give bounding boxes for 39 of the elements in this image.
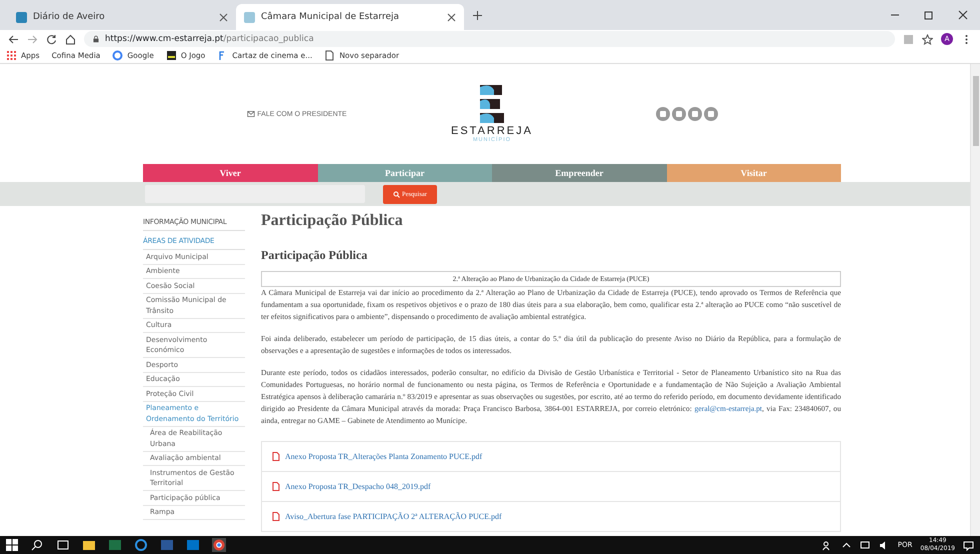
- file-link[interactable]: Aviso_Abertura fase PARTICIPAÇÃO 2ª ALTERAÇÃO PUCE.pdf: [262, 502, 840, 532]
- close-icon[interactable]: [219, 12, 228, 22]
- spreadsheet-app-icon[interactable]: [108, 538, 122, 552]
- search-icon[interactable]: [30, 538, 44, 552]
- lock-icon: [92, 35, 100, 43]
- reload-icon[interactable]: [46, 34, 57, 44]
- back-arrow-icon[interactable]: [8, 34, 19, 44]
- folder-icon[interactable]: [82, 538, 96, 552]
- windows-logo-icon[interactable]: [6, 539, 18, 551]
- mail-app-icon[interactable]: [186, 538, 200, 552]
- browser-tab[interactable]: Câmara Municipal de Estarreja: [236, 4, 464, 30]
- logo-title: ESTARREJA: [451, 125, 533, 137]
- nav-tab[interactable]: Viver: [143, 164, 318, 182]
- bookmark-favicon-icon: [166, 50, 177, 61]
- mail-icon: [247, 110, 256, 118]
- apps-grid-icon: [6, 50, 17, 61]
- page-icon: [324, 50, 336, 61]
- page-title: Participação Pública: [261, 212, 404, 230]
- favicon-icon: [244, 12, 255, 22]
- file-link[interactable]: Anexo Proposta TR_Alterações Planta Zonamento PUCE.pdf: [262, 442, 840, 472]
- nav-tab[interactable]: Empreender: [492, 164, 666, 182]
- plus-icon[interactable]: [472, 10, 483, 20]
- notification-icon[interactable]: [963, 540, 974, 550]
- task-view-icon[interactable]: [56, 538, 70, 552]
- section-title: Participação Pública: [261, 248, 368, 263]
- favicon-icon: [16, 12, 27, 22]
- home-icon[interactable]: [65, 34, 76, 44]
- pdf-file-icon: [272, 452, 280, 461]
- close-icon[interactable]: [447, 12, 456, 22]
- file-link[interactable]: Anexo Proposta TR_Despacho 048_2019.pdf: [262, 472, 840, 502]
- scrollbar[interactable]: [970, 64, 980, 536]
- chrome-icon[interactable]: [212, 538, 226, 552]
- pdf-file-icon: [272, 482, 280, 491]
- document-app-icon[interactable]: [160, 538, 174, 552]
- star-icon[interactable]: [922, 34, 933, 44]
- address-bar[interactable]: https://www.cm-estarreja.pt/participacao_publica: [84, 31, 895, 47]
- browser-tab[interactable]: Diário de Aveiro: [8, 4, 236, 30]
- pdf-file-icon: [272, 512, 280, 521]
- search-icon: [393, 190, 400, 198]
